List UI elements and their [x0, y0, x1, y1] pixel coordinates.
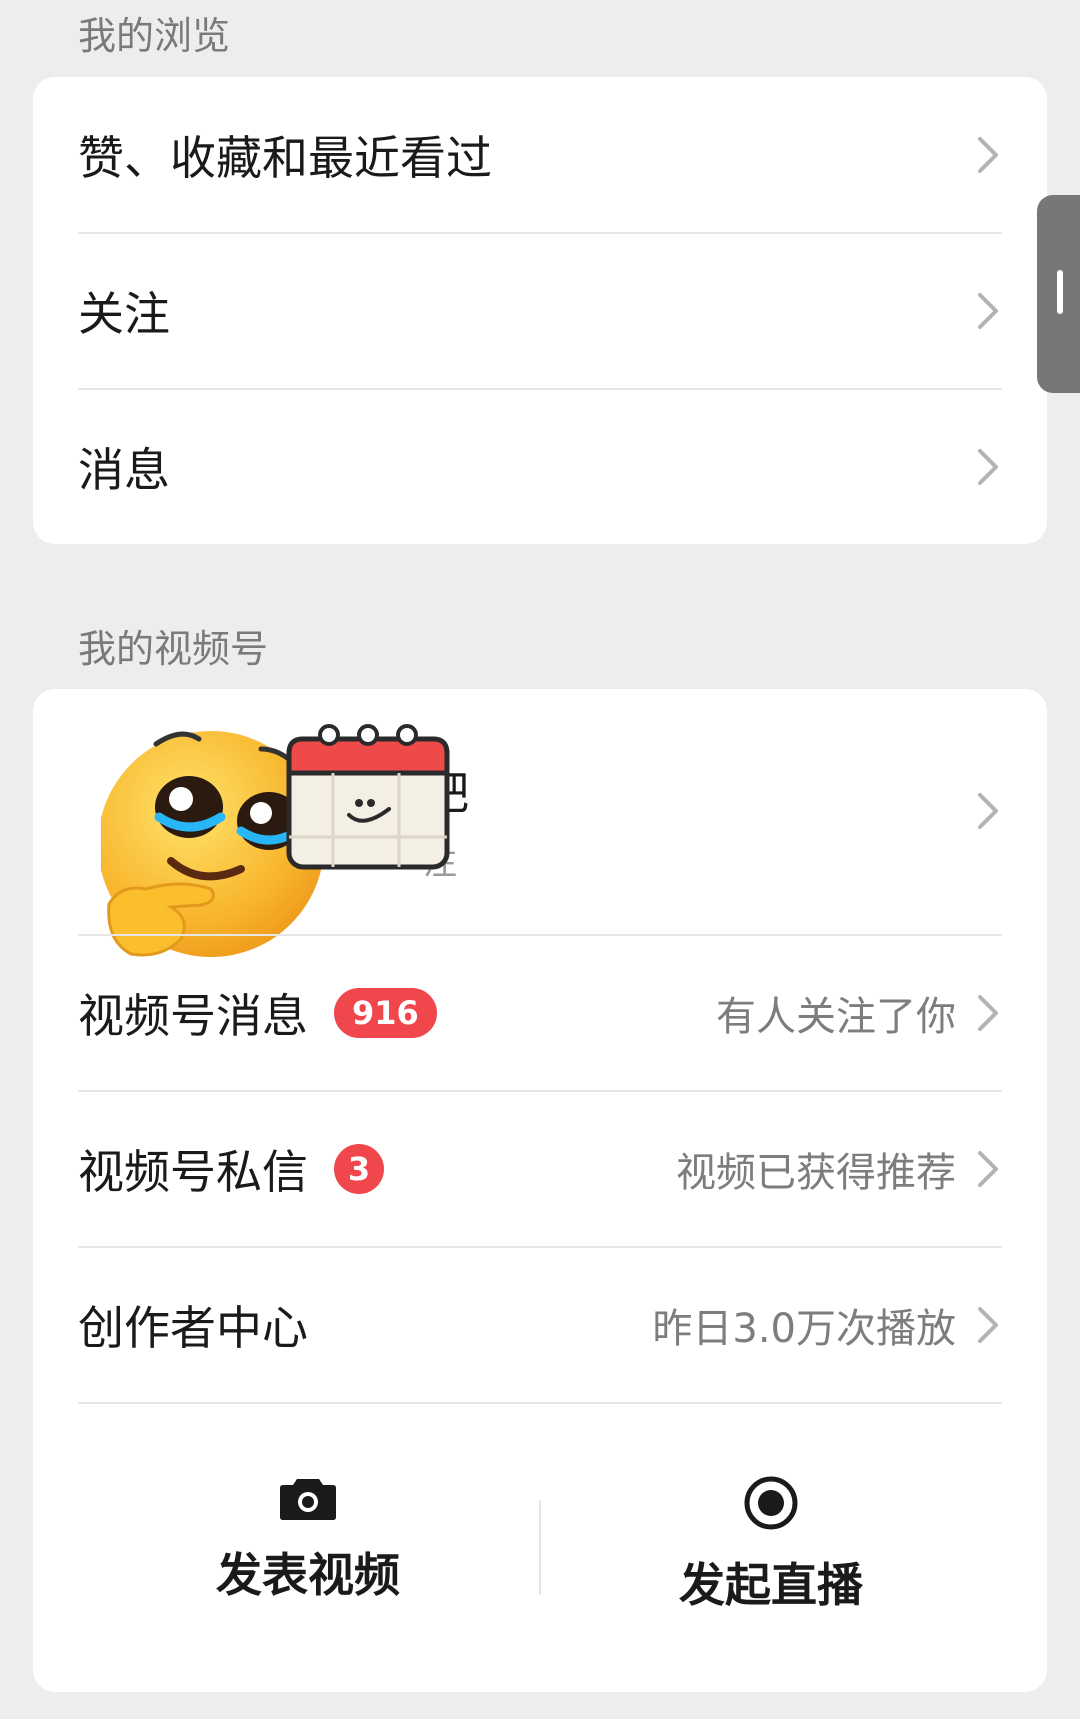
channel-messages-badge: 916 [334, 988, 437, 1038]
creator-center-stats: 昨日3.0万次播放 [652, 1306, 956, 1352]
browse-section-title: 我的浏览 [78, 14, 231, 58]
channel-messages-preview: 有人关注了你 [716, 994, 956, 1040]
channel-private-messages-label: 视频号私信 [78, 1145, 308, 1199]
start-live-label: 发起直播 [679, 1558, 863, 1612]
likes-favorites-recent-row[interactable]: 赞、收藏和最近看过 [78, 77, 1002, 233]
chevron-right-icon [978, 1151, 998, 1187]
handle-bar [1057, 270, 1063, 314]
channel-private-messages-preview: 视频已获得推荐 [676, 1150, 956, 1196]
chevron-right-icon [978, 137, 998, 173]
start-live-button[interactable]: 发起直播 [571, 1475, 971, 1635]
likes-favorites-recent-label: 赞、收藏和最近看过 [78, 131, 492, 185]
calendar-sticker [286, 724, 450, 870]
channel-private-messages-row[interactable]: 视频号私信 3 视频已获得推荐 [78, 1091, 1002, 1247]
thinking-emoji-sticker [101, 724, 450, 957]
post-video-label: 发表视频 [216, 1548, 400, 1602]
channel-profile-row[interactable]: 吧 注 [33, 689, 1047, 957]
chevron-right-icon [978, 995, 998, 1031]
chevron-right-icon [978, 293, 998, 329]
browse-card: 赞、收藏和最近看过 关注 消息 [33, 77, 1047, 544]
chevron-right-icon [978, 449, 998, 485]
messages-label: 消息 [78, 443, 170, 497]
messages-row[interactable]: 消息 [78, 389, 1002, 544]
live-record-icon [744, 1476, 798, 1530]
channels-section-title: 我的视频号 [78, 627, 269, 671]
chevron-right-icon [978, 793, 998, 829]
side-floating-handle[interactable] [1037, 195, 1080, 393]
creator-center-label: 创作者中心 [78, 1301, 308, 1355]
following-label: 关注 [78, 287, 170, 341]
post-video-button[interactable]: 发表视频 [108, 1475, 508, 1635]
channel-messages-label: 视频号消息 [78, 989, 308, 1043]
camera-icon [280, 1479, 336, 1520]
following-row[interactable]: 关注 [78, 233, 1002, 389]
channel-private-messages-badge: 3 [334, 1144, 384, 1194]
channel-messages-row[interactable]: 视频号消息 916 有人关注了你 [78, 935, 1002, 1091]
divider [78, 1402, 1002, 1404]
actions-divider [539, 1500, 541, 1595]
creator-center-row[interactable]: 创作者中心 昨日3.0万次播放 [78, 1247, 1002, 1403]
chevron-right-icon [978, 1307, 998, 1343]
